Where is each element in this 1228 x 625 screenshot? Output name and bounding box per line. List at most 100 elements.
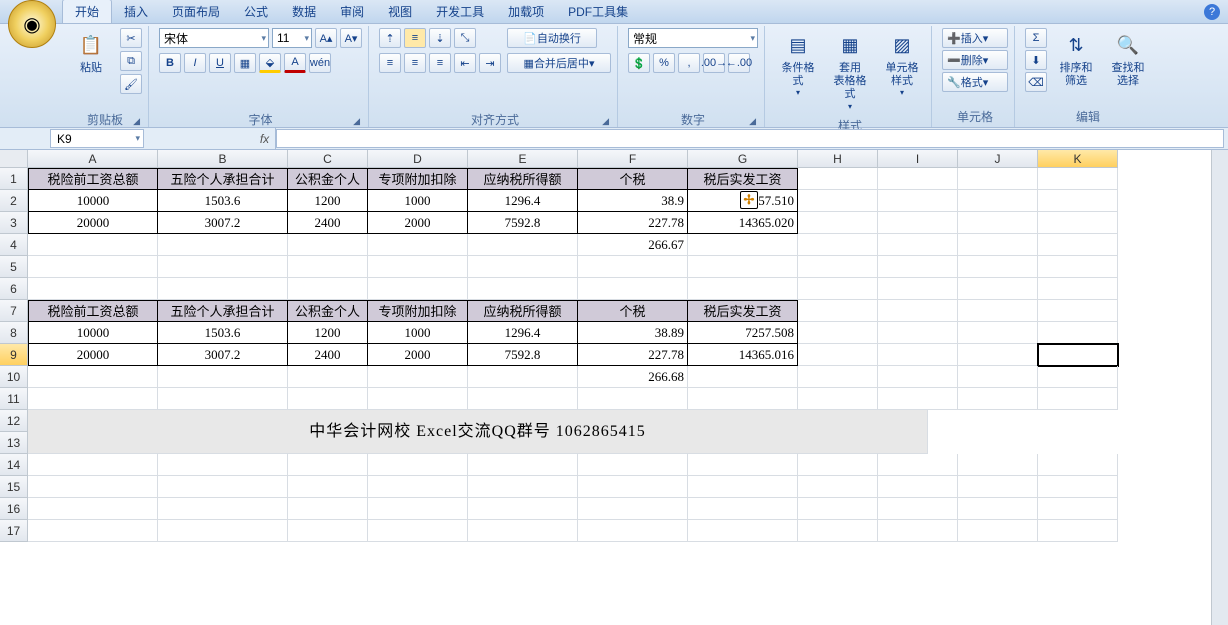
row-header-2[interactable]: 2 [0, 190, 28, 212]
percent-button[interactable]: % [653, 53, 675, 73]
tab-6[interactable]: 视图 [376, 0, 424, 23]
cut-button[interactable]: ✂ [120, 28, 142, 48]
cell[interactable] [158, 256, 288, 278]
cell[interactable] [158, 278, 288, 300]
cell[interactable] [688, 234, 798, 256]
insert-cells-button[interactable]: ➕ 插入 ▾ [942, 28, 1008, 48]
cell[interactable] [368, 366, 468, 388]
col-header-I[interactable]: I [878, 150, 958, 168]
row-header-8[interactable]: 8 [0, 322, 28, 344]
cell[interactable] [468, 234, 578, 256]
autosum-button[interactable]: Σ [1025, 28, 1047, 48]
cell[interactable] [288, 498, 368, 520]
cell[interactable] [578, 388, 688, 410]
wrap-text-button[interactable]: 📄 自动换行 [507, 28, 597, 48]
phonetic-button[interactable]: wén [309, 53, 331, 73]
cell[interactable] [798, 300, 878, 322]
table-header[interactable]: 税险前工资总额 [28, 168, 158, 190]
cell[interactable] [158, 476, 288, 498]
align-top-button[interactable]: ⇡ [379, 28, 401, 48]
cell[interactable] [1038, 388, 1118, 410]
font-size-combo[interactable]: 11 [272, 28, 312, 48]
cell[interactable] [1038, 300, 1118, 322]
cell[interactable] [958, 498, 1038, 520]
align-bottom-button[interactable]: ⇣ [429, 28, 451, 48]
decrease-decimal-button[interactable]: ←.00 [728, 53, 750, 73]
cell[interactable] [878, 344, 958, 366]
row-header-1[interactable]: 1 [0, 168, 28, 190]
cell[interactable] [798, 278, 878, 300]
data-cell[interactable]: 2400 [288, 344, 368, 366]
col-header-E[interactable]: E [468, 150, 578, 168]
cell[interactable] [158, 234, 288, 256]
col-header-H[interactable]: H [798, 150, 878, 168]
cell[interactable] [798, 234, 878, 256]
accounting-format-button[interactable]: 💲 [628, 53, 650, 73]
table-header[interactable]: 税后实发工资 [688, 168, 798, 190]
cell[interactable] [28, 234, 158, 256]
cell[interactable] [28, 278, 158, 300]
cell[interactable] [288, 256, 368, 278]
cell[interactable] [158, 498, 288, 520]
data-cell[interactable]: 2000 [368, 212, 468, 234]
copy-button[interactable]: ⧉ [120, 51, 142, 71]
cell[interactable] [28, 388, 158, 410]
row-header-12[interactable]: 12 [0, 410, 28, 432]
col-header-K[interactable]: K [1038, 150, 1118, 168]
cell[interactable] [468, 476, 578, 498]
cell[interactable] [958, 454, 1038, 476]
delete-cells-button[interactable]: ➖ 删除 ▾ [942, 50, 1008, 70]
cell[interactable] [288, 388, 368, 410]
help-icon[interactable]: ? [1204, 4, 1220, 20]
tab-8[interactable]: 加载项 [496, 0, 556, 23]
cell[interactable]: 266.68 [578, 366, 688, 388]
align-right-button[interactable]: ≡ [429, 53, 451, 73]
cell[interactable] [688, 388, 798, 410]
cell[interactable] [368, 454, 468, 476]
cell[interactable] [958, 168, 1038, 190]
row-header-13[interactable]: 13 [0, 432, 28, 454]
col-header-C[interactable]: C [288, 150, 368, 168]
cell[interactable] [878, 168, 958, 190]
cell[interactable] [1038, 476, 1118, 498]
cell[interactable] [878, 256, 958, 278]
decrease-indent-button[interactable]: ⇤ [454, 53, 476, 73]
data-cell[interactable]: 227.78 [578, 212, 688, 234]
table-header[interactable]: 公积金个人 [288, 300, 368, 322]
cell-grid[interactable]: 税险前工资总额五险个人承担合计公积金个人专项附加扣除应纳税所得额个税税后实发工资… [28, 168, 1118, 542]
underline-button[interactable]: U [209, 53, 231, 73]
cell[interactable] [468, 278, 578, 300]
tab-0[interactable]: 开始 [62, 0, 112, 23]
cell[interactable] [1038, 190, 1118, 212]
cell[interactable] [28, 476, 158, 498]
cell[interactable] [958, 322, 1038, 344]
data-cell[interactable]: 14365.016 [688, 344, 798, 366]
cell[interactable] [1038, 256, 1118, 278]
data-cell[interactable]: 1296.4 [468, 322, 578, 344]
cell[interactable] [878, 322, 958, 344]
cell[interactable] [1038, 366, 1118, 388]
row-header-3[interactable]: 3 [0, 212, 28, 234]
row-header-6[interactable]: 6 [0, 278, 28, 300]
data-cell[interactable]: 20000 [28, 212, 158, 234]
data-cell[interactable]: 1296.4 [468, 190, 578, 212]
clear-button[interactable]: ⌫ [1025, 72, 1047, 92]
cell[interactable] [368, 388, 468, 410]
tab-1[interactable]: 插入 [112, 0, 160, 23]
cell[interactable] [958, 344, 1038, 366]
office-button[interactable]: ◉ [8, 0, 56, 48]
cell[interactable] [878, 520, 958, 542]
format-cells-button[interactable]: 🔧 格式 ▾ [942, 72, 1008, 92]
data-cell[interactable]: 3007.2 [158, 344, 288, 366]
cell[interactable] [798, 498, 878, 520]
cell[interactable] [288, 366, 368, 388]
align-left-button[interactable]: ≡ [379, 53, 401, 73]
row-header-16[interactable]: 16 [0, 498, 28, 520]
vertical-scrollbar[interactable] [1211, 150, 1228, 625]
font-name-combo[interactable]: 宋体 [159, 28, 269, 48]
data-cell[interactable]: 1200 [288, 322, 368, 344]
cell[interactable] [688, 366, 798, 388]
cell[interactable] [798, 322, 878, 344]
paste-button[interactable]: 📋 粘贴 [68, 28, 114, 79]
cell[interactable] [878, 190, 958, 212]
